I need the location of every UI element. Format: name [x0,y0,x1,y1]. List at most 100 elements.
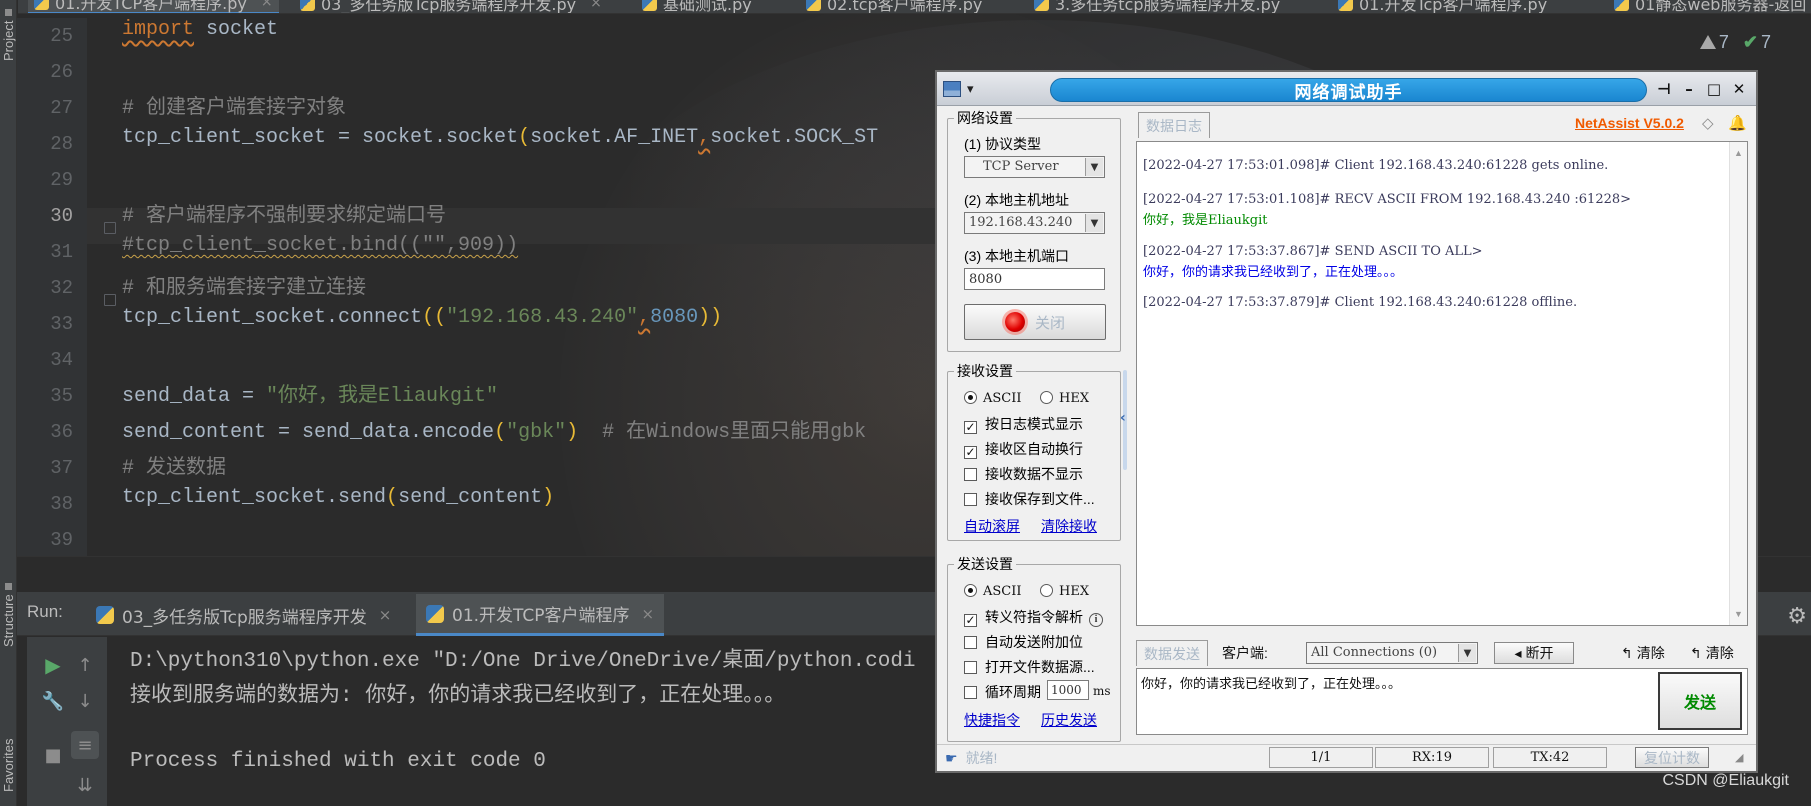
scroll-to-end-icon[interactable]: ⇊ [71,771,99,799]
code-line[interactable]: # 客户端程序不强制要求绑定端口号 [122,198,446,234]
run-tab[interactable]: 03_多任务版Tcp服务端程序开发 × [86,594,401,636]
rerun-icon[interactable]: ▶ [39,651,67,679]
system-menu[interactable]: ▾ [943,77,1023,101]
netassist-brand-link[interactable]: NetAssist V5.0.2 [1575,115,1684,131]
minimize-icon[interactable]: – [1678,78,1700,100]
code-token: ) [542,486,555,509]
checkbox-label: 转义符指令解析 [985,609,1083,625]
line-number: 31 [50,241,73,263]
code-line[interactable]: tcp_client_socket.send(send_content) [122,486,554,522]
send-button[interactable]: 发送 [1658,672,1742,730]
disconnect-button[interactable]: ◂ 断开 [1494,642,1574,664]
close-icon[interactable]: × [590,0,602,11]
append-bits-checkbox[interactable]: 自动发送附加位 [964,632,1083,652]
run-tab-active[interactable]: 01.开发TCP客户端程序 × [416,594,665,636]
diamond-icon[interactable]: ◇ [1702,114,1722,132]
port-input[interactable] [964,268,1105,290]
host-select[interactable]: 192.168.43.240 ▼ [964,212,1105,234]
cycle-period-input[interactable] [1047,680,1089,700]
code-line[interactable]: # 创建客户端套接字对象 [122,90,346,126]
code-line[interactable]: # 和服务端套接字建立连接 [122,270,366,306]
bell-icon[interactable]: 🔔 [1728,114,1748,132]
fold-icon[interactable] [104,222,116,234]
code-token: # 和服务端套接字建立连接 [122,277,367,300]
stop-icon[interactable]: ■ [39,741,67,769]
inspection-widget[interactable]: 7 ✔ 7 [1699,32,1771,53]
maximize-icon[interactable]: □ [1703,78,1725,100]
receive-log-area[interactable]: ▲ ▼ [2022-04-27 17:53:01.098]# Client 19… [1136,141,1748,626]
arrow-up-icon[interactable]: ▲ [1734,148,1743,158]
close-icon[interactable]: × [379,606,392,624]
data-send-tab[interactable]: 数据发送 [1136,640,1208,666]
panel-splitter[interactable]: ‹ [1120,370,1129,470]
escape-parse-checkbox[interactable]: ✓ 转义符指令解析 i [964,607,1103,627]
client-select[interactable]: All Connections (0) ▼ [1306,642,1478,664]
file-source-checkbox[interactable]: 打开文件数据源... [964,657,1095,677]
info-icon[interactable]: i [1089,613,1103,627]
red-led-icon [1004,312,1025,332]
close-icon[interactable]: × [642,605,655,623]
arrow-up-icon[interactable]: ↑ [71,651,99,679]
history-link[interactable]: 历史发送 [1041,710,1097,730]
recv-ascii-radio[interactable]: ASCII [964,389,1022,406]
code-line[interactable]: tcp_client_socket = socket.socket(socket… [122,126,878,162]
close-icon[interactable]: ✕ [1728,78,1750,100]
send-hex-radio[interactable]: HEX [1040,582,1089,599]
editor-tab[interactable]: 03_多任务版Tcp服务端程序开发.py × [300,0,602,13]
recv-hide-checkbox[interactable]: 接收数据不显示 [964,464,1083,484]
ok-count: 7 [1760,32,1771,52]
radio-label: ASCII [983,584,1022,599]
arrow-down-icon[interactable]: ↓ [71,687,99,715]
log-entry: 你好，你的请求我已经收到了，正在处理。。。 [1143,265,1404,280]
code-line[interactable]: #tcp_client_socket.bind(("",909)) [122,234,518,270]
data-log-tab[interactable]: 数据日志 [1138,112,1210,138]
send-ascii-radio[interactable]: ASCII [964,582,1022,599]
wrench-icon[interactable]: 🔧 [39,687,67,715]
netassist-titlebar[interactable]: ▾ 网络调试助手 ⊣ – □ ✕ [937,72,1756,106]
code-token: # 发送数据 [122,457,227,480]
code-line[interactable]: send_content = send_data.encode("gbk") #… [122,414,866,450]
warnings-indicator[interactable]: 7 [1699,32,1729,53]
resize-grip-icon[interactable]: ◢ [1735,751,1749,765]
send-textarea[interactable]: 你好，你的请求我已经收到了，正在处理。。。 [1136,668,1748,735]
code-line[interactable]: send_data = "你好，我是Eliaukgit" [122,378,498,414]
editor-tab-label: 01.开发TCP客户端程序.py [55,0,247,13]
recv-save-file-checkbox[interactable]: 接收保存到文件... [964,489,1095,509]
protocol-select[interactable]: TCP Server ▼ [964,156,1105,178]
shortcuts-link[interactable]: 快捷指令 [964,710,1020,730]
editor-tab[interactable]: 基础测试.py [642,0,752,13]
code-line[interactable]: # 发送数据 [122,450,226,486]
clear-receive-link[interactable]: 清除接收 [1041,516,1097,536]
editor-tab[interactable]: 01.开发TCP客户端程序.py × [28,0,279,13]
favorites-tool-tab[interactable]: Favorites [0,720,17,806]
log-scrollbar[interactable]: ▲ ▼ [1729,142,1747,625]
code-token: "你好，我是Eliaukgit" [266,385,499,408]
editor-tab[interactable]: 01.开发Tcp客户端程序.py [1338,0,1547,13]
structure-tool-tab[interactable]: Structure [0,560,17,670]
autoscroll-link[interactable]: 自动滚屏 [964,516,1020,536]
warning-count: 7 [1718,32,1729,52]
reset-counter-button[interactable]: 复位计数 [1635,747,1709,768]
soft-wrap-icon[interactable]: ≡ [71,731,99,759]
code-token: # 客户端程序不强制要求绑定端口号 [122,205,447,228]
recv-autowrap-checkbox[interactable]: ✓ 接收区自动换行 [964,439,1083,459]
recv-hex-radio[interactable]: HEX [1040,389,1089,406]
project-tool-tab[interactable]: Project [0,0,17,70]
close-icon[interactable]: × [261,0,273,10]
recv-log-mode-checkbox[interactable]: ✓ 按日志模式显示 [964,414,1083,434]
clear-all-button[interactable]: ↰ 清除 [1690,642,1734,664]
editor-tab[interactable]: 3.多任务tcp服务端程序开发.py [1034,0,1280,13]
editor-tab-label: 02.tcp客户端程序.py [827,0,983,14]
close-connection-button[interactable]: 关闭 [964,304,1106,340]
code-line[interactable]: import socket [122,18,278,54]
clear-send-button[interactable]: ↰ 清除 [1621,642,1665,664]
code-line[interactable]: tcp_client_socket.connect(("192.168.43.2… [122,306,722,342]
pin-icon[interactable]: ⊣ [1653,78,1675,100]
cycle-checkbox[interactable]: 循环周期 [964,682,1041,702]
arrow-down-icon[interactable]: ▼ [1734,609,1743,619]
fold-icon[interactable] [104,294,116,306]
ok-indicator[interactable]: ✔ 7 [1743,32,1771,53]
editor-tab[interactable]: 02.tcp客户端程序.py [806,0,983,14]
gear-icon[interactable]: ⚙ [1787,604,1807,629]
editor-tab[interactable]: 01静态web服务器-返回 [1614,0,1806,13]
